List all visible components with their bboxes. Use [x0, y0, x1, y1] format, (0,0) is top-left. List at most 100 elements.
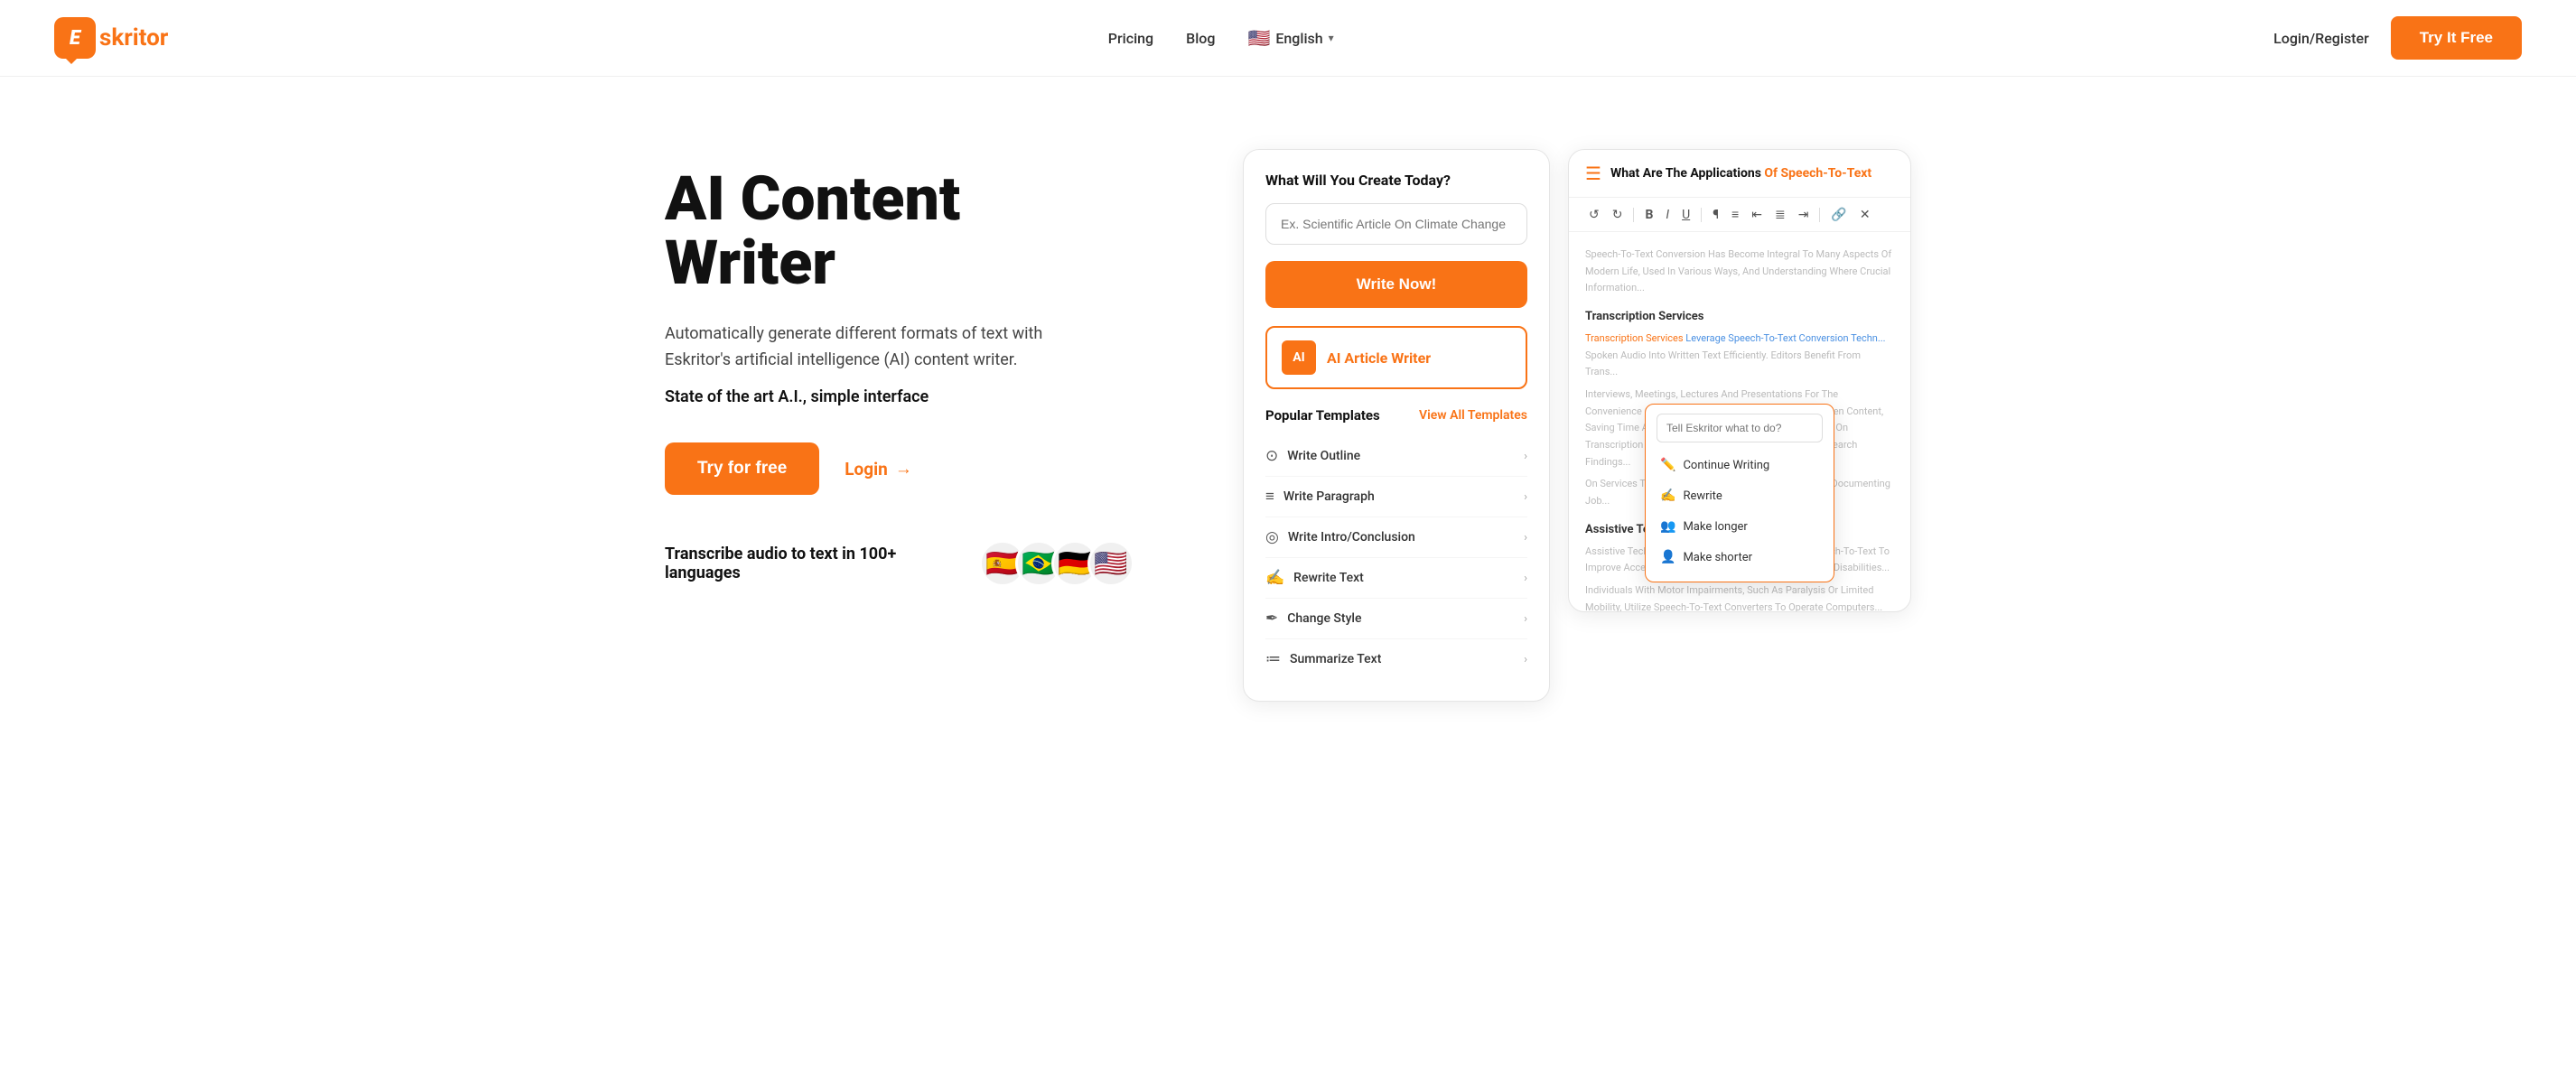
topic-input[interactable]: [1265, 203, 1527, 245]
chevron-icon: ›: [1524, 653, 1527, 666]
align-center-icon[interactable]: ≣: [1771, 206, 1789, 224]
dropdown-make-shorter[interactable]: 👤 Make shorter: [1646, 542, 1834, 573]
hero-subtitle: Automatically generate different formats…: [665, 321, 1080, 374]
chevron-icon: ›: [1524, 531, 1527, 545]
bold-icon[interactable]: B: [1641, 206, 1657, 224]
navigation: E skritor Pricing Blog 🇺🇸 English ▾ Logi…: [0, 0, 2576, 77]
templates-title: Popular Templates: [1265, 407, 1380, 424]
template-item-style[interactable]: ✒ Change Style ›: [1265, 599, 1527, 639]
flag-icon: 🇺🇸: [1247, 27, 1270, 49]
hero-title: AI Content Writer: [665, 167, 1134, 296]
ai-article-button[interactable]: AI AI Article Writer: [1265, 326, 1527, 389]
continue-writing-label: Continue Writing: [1683, 459, 1769, 472]
make-shorter-icon: 👤: [1660, 550, 1675, 564]
ol-icon[interactable]: ¶: [1709, 206, 1722, 224]
ai-dropdown: ✏️ Continue Writing ✍️ Rewrite 👥 Make lo…: [1645, 404, 1834, 582]
dropdown-continue-writing[interactable]: ✏️ Continue Writing: [1646, 450, 1834, 480]
hamburger-icon[interactable]: ☰: [1585, 163, 1601, 184]
login-label: Login: [845, 459, 888, 479]
make-longer-icon: 👥: [1660, 519, 1675, 534]
rewrite-label: Rewrite: [1683, 489, 1722, 503]
make-longer-label: Make longer: [1683, 520, 1747, 534]
redo-icon[interactable]: ↻: [1609, 206, 1627, 224]
make-shorter-label: Make shorter: [1683, 551, 1752, 564]
editor-card: ☰ What Are The Applications Of Speech-To…: [1568, 149, 1911, 612]
toolbar-divider: [1819, 208, 1820, 222]
template-intro-label: Write Intro/Conclusion: [1288, 530, 1415, 545]
editor-intro: Speech-To-Text Conversion Has Become Int…: [1585, 247, 1894, 297]
clear-icon[interactable]: ✕: [1856, 206, 1874, 224]
dropdown-input[interactable]: [1657, 414, 1823, 442]
dropdown-rewrite[interactable]: ✍️ Rewrite: [1646, 480, 1834, 511]
toolbar-divider: [1633, 208, 1634, 222]
nav-blog[interactable]: Blog: [1186, 30, 1215, 47]
transcribe-row: Transcribe audio to text in 100+ languag…: [665, 540, 1134, 587]
undo-icon[interactable]: ↺: [1585, 206, 1603, 224]
nav-pricing[interactable]: Pricing: [1108, 30, 1153, 47]
chevron-down-icon: ▾: [1329, 32, 1334, 44]
ai-article-label: AI Article Writer: [1327, 349, 1431, 367]
hero-subtitle2: State of the art A.I., simple interface: [665, 387, 1134, 406]
view-all-templates-link[interactable]: View All Templates: [1419, 408, 1527, 423]
chevron-icon: ›: [1524, 450, 1527, 463]
login-link[interactable]: Login →: [845, 458, 912, 479]
logo-icon: E: [54, 17, 96, 59]
align-left-icon[interactable]: ⇤: [1748, 206, 1766, 224]
transcribe-text: Transcribe audio to text in 100+ languag…: [665, 545, 957, 582]
template-item-intro[interactable]: ◎ Write Intro/Conclusion ›: [1265, 517, 1527, 558]
template-item-outline[interactable]: ⊙ Write Outline ›: [1265, 436, 1527, 477]
login-register-link[interactable]: Login/Register: [2273, 30, 2369, 47]
chevron-icon: ›: [1524, 490, 1527, 504]
logo[interactable]: E skritor: [54, 17, 168, 59]
language-label: English: [1275, 30, 1322, 47]
italic-icon[interactable]: I: [1662, 206, 1673, 224]
toolbar-divider: [1701, 208, 1702, 222]
chevron-icon: ›: [1524, 572, 1527, 585]
hero-left: AI Content Writer Automatically generate…: [665, 131, 1134, 587]
template-item-summarize[interactable]: ≔ Summarize Text ›: [1265, 639, 1527, 679]
create-card-title: What Will You Create Today?: [1265, 172, 1527, 189]
template-style-label: Change Style: [1287, 611, 1361, 626]
ai-icon: AI: [1282, 340, 1316, 375]
summarize-icon: ≔: [1265, 650, 1281, 668]
arrow-icon: →: [895, 458, 912, 479]
align-right-icon[interactable]: ⇥: [1795, 206, 1813, 224]
cta-row: Try for free Login →: [665, 442, 1134, 495]
paragraph-icon: ≡: [1265, 488, 1274, 506]
try-it-free-button[interactable]: Try It Free: [2391, 16, 2522, 60]
nav-right: Login/Register Try It Free: [2273, 16, 2522, 60]
template-outline-label: Write Outline: [1287, 449, 1360, 463]
write-now-button[interactable]: Write Now!: [1265, 261, 1527, 308]
dropdown-make-longer[interactable]: 👥 Make longer: [1646, 511, 1834, 542]
intro-icon: ◎: [1265, 528, 1279, 546]
title-highlight: Of Speech-To-Text: [1764, 166, 1871, 181]
flags-row: 🇪🇸 🇧🇷 🇩🇪 🇺🇸: [979, 540, 1134, 587]
editor-header: ☰ What Are The Applications Of Speech-To…: [1569, 150, 1910, 198]
link-icon[interactable]: 🔗: [1827, 206, 1850, 224]
style-icon: ✒: [1265, 610, 1278, 628]
create-card: What Will You Create Today? Write Now! A…: [1243, 149, 1550, 702]
editor-toolbar: ↺ ↻ B I U ¶ ≡ ⇤ ≣ ⇥ 🔗 ✕: [1569, 198, 1910, 232]
hero-right: What Will You Create Today? Write Now! A…: [1134, 131, 1911, 702]
outline-icon: ⊙: [1265, 447, 1278, 465]
templates-header: Popular Templates View All Templates: [1265, 407, 1527, 424]
template-paragraph-label: Write Paragraph: [1283, 489, 1375, 504]
underline-icon[interactable]: U: [1678, 206, 1694, 224]
section2-sub: Individuals With Motor Impairments, Such…: [1585, 582, 1894, 611]
ul-icon[interactable]: ≡: [1728, 205, 1742, 224]
hero-section: AI Content Writer Automatically generate…: [611, 77, 1965, 738]
section1-text: Transcription Services Leverage Speech-T…: [1585, 331, 1894, 381]
continue-writing-icon: ✏️: [1660, 458, 1675, 472]
flag-american: 🇺🇸: [1087, 540, 1134, 587]
template-summarize-label: Summarize Text: [1290, 652, 1381, 666]
rewrite-dropdown-icon: ✍️: [1660, 489, 1675, 503]
template-item-paragraph[interactable]: ≡ Write Paragraph ›: [1265, 477, 1527, 517]
language-selector[interactable]: 🇺🇸 English ▾: [1247, 27, 1333, 49]
try-for-free-button[interactable]: Try for free: [665, 442, 819, 495]
template-item-rewrite[interactable]: ✍ Rewrite Text ›: [1265, 558, 1527, 599]
logo-text: skritor: [99, 24, 168, 51]
section1-heading: Transcription Services: [1585, 308, 1894, 327]
chevron-icon: ›: [1524, 612, 1527, 626]
editor-title: What Are The Applications Of Speech-To-T…: [1610, 166, 1871, 181]
template-rewrite-label: Rewrite Text: [1293, 571, 1364, 585]
